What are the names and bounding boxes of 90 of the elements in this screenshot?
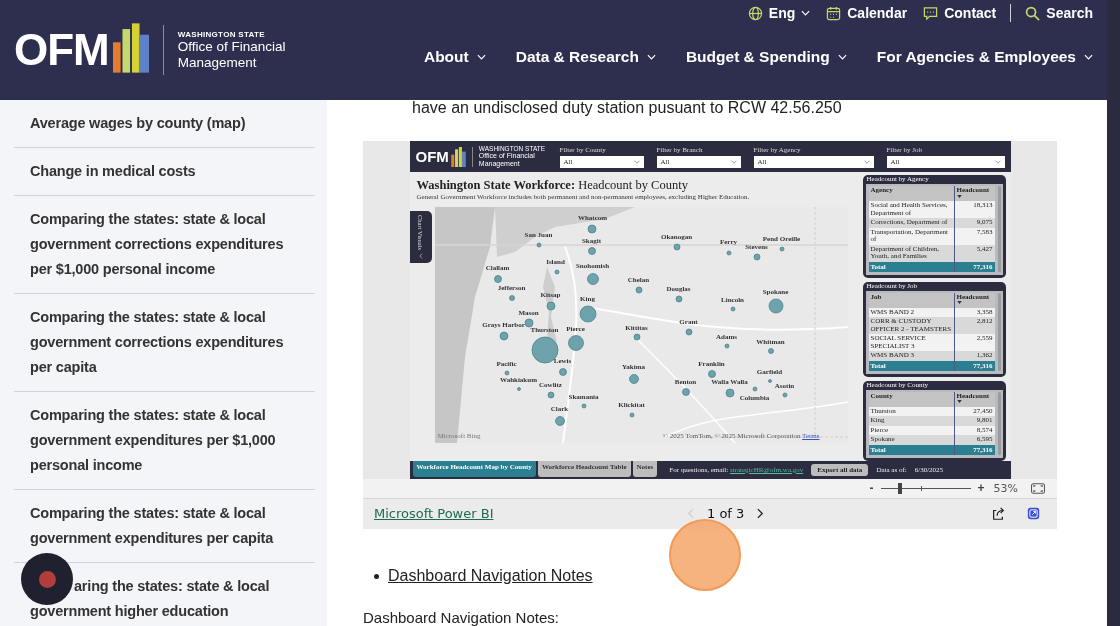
logo-bars-icon — [450, 146, 466, 167]
map-bubble[interactable] — [581, 404, 586, 409]
zoom-out-button[interactable]: - — [869, 481, 874, 496]
map-bubble[interactable] — [554, 270, 559, 275]
fit-to-page-icon[interactable] — [1031, 482, 1045, 494]
sidebar-link[interactable]: aring the states: state & local government higher education — [14, 563, 315, 626]
search-link[interactable]: Search — [1025, 5, 1093, 21]
logo-text: OFM — [415, 148, 449, 166]
sidebar-link[interactable]: Comparing the states: state & local government corrections expenditures per capita — [14, 294, 315, 392]
map-bubble[interactable] — [587, 225, 596, 234]
calendar-link[interactable]: Calendar — [826, 5, 908, 21]
language-link[interactable]: Eng — [747, 5, 811, 21]
map-bubble[interactable] — [782, 393, 787, 398]
calendar-icon — [826, 5, 842, 21]
map-bubble[interactable] — [779, 247, 784, 252]
map-bubble[interactable] — [493, 275, 502, 284]
logo-bars-icon — [112, 23, 149, 73]
open-in-new-icon[interactable] — [1027, 507, 1040, 521]
map-bubble[interactable] — [753, 254, 760, 261]
map-bubble[interactable] — [558, 368, 567, 377]
map-bubble[interactable] — [586, 273, 599, 286]
notes-link[interactable]: Dashboard Navigation Notes — [388, 567, 593, 585]
slider-thumb[interactable] — [898, 482, 903, 494]
map-bubble[interactable] — [628, 374, 639, 385]
share-icon[interactable] — [991, 506, 1005, 521]
map-bubble[interactable] — [516, 387, 521, 392]
map-bubble[interactable] — [524, 319, 533, 328]
map-bubble[interactable] — [508, 295, 515, 302]
caret-icon — [418, 253, 423, 260]
map-bubble[interactable] — [767, 379, 772, 384]
map-bubble[interactable] — [629, 413, 634, 418]
sidebar-link[interactable]: Average wages by county (map) — [14, 100, 315, 148]
page-scrollbar[interactable] — [1107, 0, 1120, 626]
bullet-icon — [374, 573, 379, 579]
map-bubble[interactable] — [685, 329, 692, 336]
map-bubble[interactable] — [673, 244, 680, 251]
power-bi-link[interactable]: Microsoft Power BI — [374, 506, 494, 522]
map-bubble[interactable] — [567, 335, 584, 352]
map-bubble[interactable] — [504, 371, 509, 376]
chat-icon — [923, 5, 939, 21]
report-title: Washington State Workforce: Headcount by County — [415, 177, 689, 194]
chevron-down-icon — [633, 159, 640, 164]
sidebar-link[interactable]: Change in medical costs — [14, 148, 315, 196]
map-bubble[interactable] — [726, 251, 731, 256]
map-bubble[interactable] — [767, 348, 774, 355]
map-bubble[interactable] — [587, 247, 596, 256]
map-bubble[interactable] — [633, 334, 640, 341]
search-icon — [1025, 5, 1041, 21]
sort-icon — [956, 194, 962, 198]
chevron-down-icon — [994, 159, 1001, 164]
map-bubble[interactable] — [579, 306, 596, 323]
map-bubble[interactable] — [675, 296, 682, 303]
sidebar-link[interactable]: Comparing the states: state & local government corrections expenditures per $1,000 personal income — [14, 196, 315, 294]
map-bubble[interactable] — [768, 299, 783, 314]
zoom-in-button[interactable]: + — [977, 481, 985, 496]
logo-text[interactable]: OFM — [14, 25, 109, 75]
nav-menu-item[interactable]: For Agencies & Employees — [876, 48, 1093, 66]
sort-icon — [956, 400, 962, 404]
zoom-percent: 53% — [993, 481, 1018, 495]
caret-icon — [646, 54, 656, 60]
section-heading: Dashboard Navigation Notes: — [363, 609, 560, 626]
caret-icon — [837, 54, 847, 60]
next-page-icon[interactable] — [757, 508, 765, 520]
map-bubble[interactable] — [554, 416, 565, 427]
map-bubble[interactable] — [546, 302, 555, 311]
contact-link[interactable]: Contact — [923, 5, 997, 21]
globe-icon — [747, 5, 763, 21]
map-bubble[interactable] — [547, 392, 554, 399]
map-bubble[interactable] — [730, 307, 735, 312]
logo-name: Office of Financial Management — [177, 38, 286, 71]
map-bubble[interactable] — [536, 243, 541, 248]
map-bubble[interactable] — [752, 387, 757, 392]
logo-subtitle: WASHINGTON STATE — [177, 29, 266, 39]
sidebar-link[interactable]: Comparing the states: state & local government expenditures per $1,000 personal income — [14, 392, 315, 490]
map-bubble[interactable] — [707, 370, 716, 379]
sort-icon — [956, 301, 962, 305]
nav-menu-item[interactable]: Data & Research — [515, 48, 656, 66]
map-bubble[interactable] — [681, 388, 690, 397]
chevron-down-icon — [863, 159, 870, 164]
body-text: have an undisclosed duty station pusuant to RCW 42.56.250 — [411, 100, 843, 116]
page-indicator: 1 of 3 — [707, 506, 745, 522]
map-bubble[interactable] — [725, 389, 734, 398]
caret-icon — [1084, 54, 1093, 60]
nav-menu-item[interactable]: About — [423, 48, 486, 66]
caret-icon — [476, 54, 486, 60]
chevron-down-icon — [730, 159, 737, 164]
map-bubble[interactable] — [635, 287, 642, 294]
nav-menu-item[interactable]: Budget & Spending — [685, 48, 847, 66]
map-bubble[interactable] — [499, 332, 508, 341]
map-bubble[interactable] — [724, 344, 729, 349]
